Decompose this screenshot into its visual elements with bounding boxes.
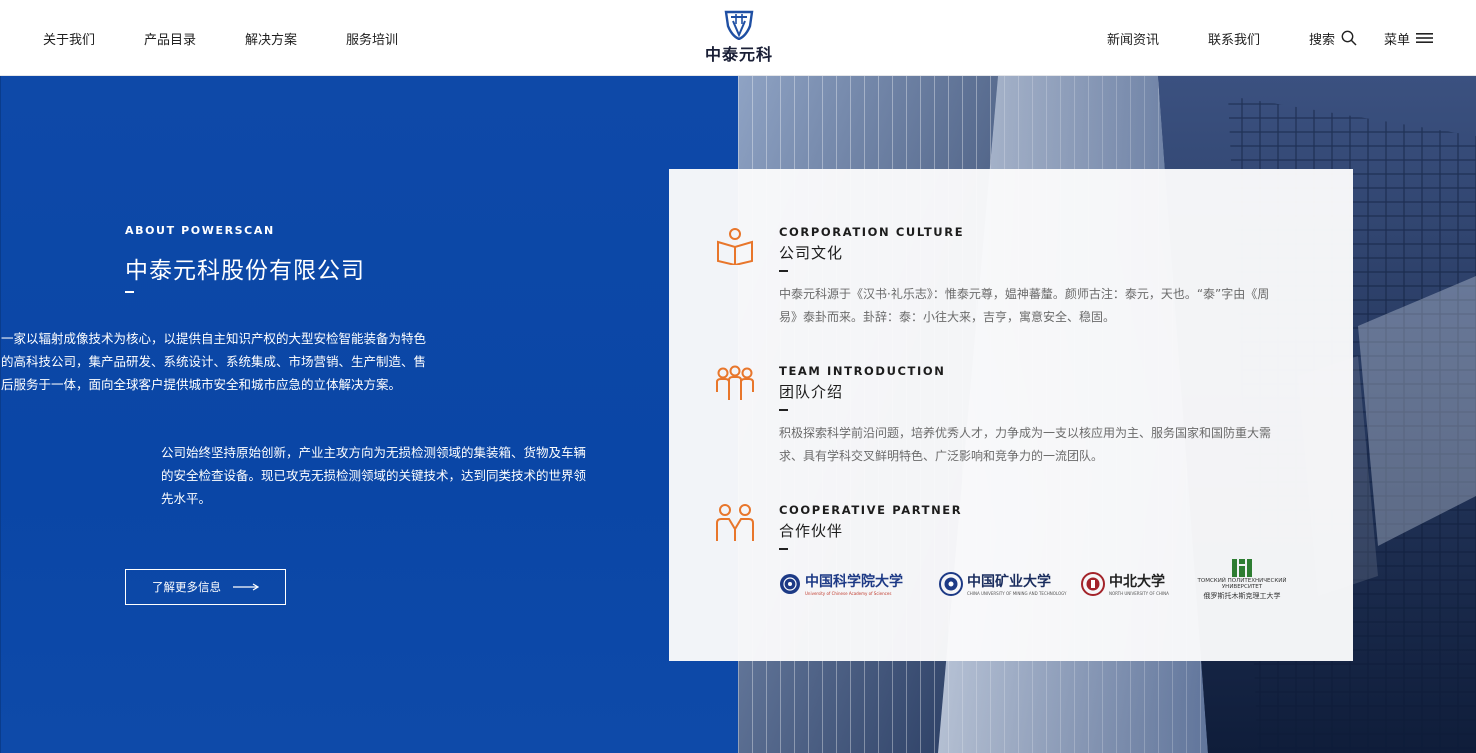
partner-divider (779, 548, 788, 550)
partner-icon (716, 504, 754, 541)
partner-logo-ucas[interactable]: 中国科学院大学 University of Chinese Academy of… (779, 571, 903, 596)
arrow-right-icon (233, 583, 259, 591)
nuc-emblem-icon (1081, 571, 1105, 596)
nav-solutions[interactable]: 解决方案 (245, 29, 297, 48)
learn-more-label: 了解更多信息 (152, 580, 221, 594)
menu-button[interactable]: 菜单 (1384, 29, 1433, 48)
primary-nav-right: 新闻资讯 联系我们 搜索 菜单 (1058, 0, 1433, 76)
cumt-emblem-icon (939, 571, 963, 596)
partner-heading-cn: 合作伙伴 (779, 522, 844, 540)
nav-training[interactable]: 服务培训 (346, 29, 398, 48)
culture-divider (779, 270, 788, 272)
partner-name-zh: 俄罗斯托木斯克理工大学 (1203, 592, 1281, 600)
partner-name: 中北大学 (1109, 574, 1165, 590)
ucas-emblem-icon (780, 573, 800, 594)
about-blue-panel: ABOUT POWERSCAN 中泰元科股份有限公司 一家以辐射成像技术为核心，… (0, 76, 738, 753)
partner-logos: 中国科学院大学 University of Chinese Academy of… (779, 559, 1299, 619)
partner-subtitle: University of Chinese Academy of Science… (805, 591, 892, 596)
partner-subtitle: NORTH UNIVERSITY OF CHINA (1109, 591, 1169, 596)
nav-products[interactable]: 产品目录 (144, 29, 196, 48)
brand-logo[interactable]: 中泰元科 (699, 10, 779, 66)
culture-heading-cn: 公司文化 (779, 244, 844, 262)
team-icon (716, 365, 754, 400)
nav-news[interactable]: 新闻资讯 (1107, 29, 1159, 48)
partner-heading-en: COOPERATIVE PARTNER (779, 503, 963, 517)
logo-text: 中泰元科 (704, 45, 773, 64)
culture-description: 中泰元科源于《汉书·礼乐志》：惟泰元尊，媪神蕃釐。颜师古注：泰元，天也。“泰”字… (779, 287, 1270, 324)
about-paragraph: 公司始终坚持原始创新，产业主攻方向为无损检测领域的集装箱、货物及车辆的安全检查设… (161, 445, 587, 506)
company-title: 中泰元科股份有限公司 (125, 258, 365, 284)
culture-heading-en: CORPORATION CULTURE (779, 225, 965, 239)
search-label: 搜索 (1308, 32, 1335, 48)
info-card: CORPORATION CULTURE 公司文化 中泰元科源于《汉书·礼乐志》：… (669, 169, 1353, 661)
tpu-emblem-icon (1232, 559, 1252, 577)
nav-contact[interactable]: 联系我们 (1208, 29, 1260, 48)
about-section: ABOUT POWERSCAN 中泰元科股份有限公司 一家以辐射成像技术为核心，… (0, 76, 1476, 753)
partner-logo-tpu[interactable]: ТОМСКИЙ ПОЛИТЕХНИЧЕСКИЙ УНИВЕРСИТЕТ 俄罗斯托… (1197, 559, 1287, 601)
partner-name: 中国科学院大学 (805, 574, 903, 590)
search-icon (1341, 30, 1357, 46)
partner-subtitle: CHINA UNIVERSITY OF MINING AND TECHNOLOG… (967, 591, 1067, 596)
about-paragraph: 一家以辐射成像技术为核心，以提供自主知识产权的大型安检智能装备为特色的高科技公司… (1, 331, 427, 392)
search-button[interactable]: 搜索 (1309, 29, 1357, 48)
team-heading-cn: 团队介绍 (779, 383, 844, 401)
logo-shield-icon (724, 10, 754, 40)
title-divider (125, 291, 134, 293)
team-heading-en: TEAM INTRODUCTION (779, 364, 946, 378)
partner-name: 中国矿业大学 (967, 574, 1051, 590)
partner-logo-cumt[interactable]: 中国矿业大学 CHINA UNIVERSITY OF MINING AND TE… (939, 571, 1066, 596)
menu-label: 菜单 (1383, 32, 1410, 48)
partner-logo-nuc[interactable]: 中北大学 NORTH UNIVERSITY OF CHINA (1081, 571, 1169, 596)
learn-more-button[interactable]: 了解更多信息 (125, 569, 286, 605)
team-divider (779, 409, 788, 411)
partner-name-ru: ТОМСКИЙ ПОЛИТЕХНИЧЕСКИЙ УНИВЕРСИТЕТ (1197, 578, 1287, 590)
hamburger-icon (1416, 33, 1433, 43)
book-reader-icon (717, 228, 753, 265)
nav-about[interactable]: 关于我们 (43, 29, 95, 48)
team-description: 积极探索科学前沿问题，培养优秀人才，力争成为一支以核应用为主、服务国家和国防重大… (779, 426, 1272, 463)
site-header: 关于我们 产品目录 解决方案 服务培训 中泰元科 新闻资讯 联系我们 搜索 菜单 (0, 0, 1476, 76)
about-eyebrow: ABOUT POWERSCAN (125, 224, 275, 237)
primary-nav-left: 关于我们 产品目录 解决方案 服务培训 (43, 0, 398, 76)
